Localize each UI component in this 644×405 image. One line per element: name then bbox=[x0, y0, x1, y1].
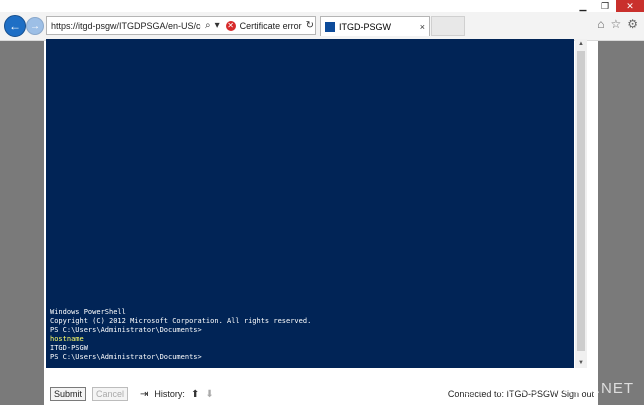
favorites-icon[interactable]: ☆ bbox=[610, 17, 621, 31]
history-up-icon[interactable]: ⬆ bbox=[191, 389, 199, 400]
console-output: Windows PowerShell Copyright (C) 2012 Mi… bbox=[50, 308, 311, 362]
browser-navbar: ← → https://itgd-psgw/ITGDPSGA/en-US/con… bbox=[0, 12, 644, 41]
restore-button[interactable]: ❐ bbox=[594, 0, 616, 12]
scroll-up-icon[interactable]: ▲ bbox=[578, 41, 584, 47]
powershell-console[interactable]: Windows PowerShell Copyright (C) 2012 Mi… bbox=[46, 39, 574, 368]
search-icon[interactable]: ⌕ bbox=[205, 20, 211, 31]
tab-title: ITGD-PSGW bbox=[339, 21, 391, 32]
console-scrollbar[interactable]: ▲ ▼ bbox=[575, 39, 587, 368]
submit-button[interactable]: Submit bbox=[50, 387, 87, 401]
window-controls: ▁ ❐ ✕ bbox=[572, 0, 644, 12]
certificate-error-label[interactable]: Certificate error bbox=[240, 21, 302, 31]
history-label: History: bbox=[154, 389, 185, 399]
refresh-icon[interactable]: ↻ bbox=[306, 20, 314, 31]
console-line: PS C:\Users\Administrator\Documents> bbox=[50, 353, 202, 361]
browser-tools: ⌂ ☆ ⚙ bbox=[597, 17, 638, 31]
back-button[interactable]: ← bbox=[4, 15, 26, 37]
cancel-button[interactable]: Cancel bbox=[92, 387, 129, 401]
window-titlebar: ▁ ❐ ✕ bbox=[0, 0, 644, 12]
scroll-thumb[interactable] bbox=[577, 51, 585, 351]
home-icon[interactable]: ⌂ bbox=[597, 17, 604, 31]
close-icon[interactable]: × bbox=[420, 22, 425, 32]
console-line: hostname bbox=[50, 335, 84, 343]
close-window-button[interactable]: ✕ bbox=[616, 0, 644, 12]
chevron-down-icon[interactable]: ▾ bbox=[215, 20, 220, 31]
minimize-button[interactable]: ▁ bbox=[572, 0, 594, 12]
tab-enter-icon[interactable]: ⇥ bbox=[140, 389, 148, 400]
console-line: ITGD-PSGW bbox=[50, 344, 88, 352]
console-line: PS C:\Users\Administrator\Documents> bbox=[50, 326, 202, 334]
forward-button[interactable]: → bbox=[26, 17, 44, 35]
address-bar[interactable]: https://itgd-psgw/ITGDPSGA/en-US/console… bbox=[46, 16, 316, 35]
console-line: Copyright (C) 2012 Microsoft Corporation… bbox=[50, 317, 312, 325]
watermark: @ITGUYDIARIES.NET bbox=[461, 380, 634, 397]
powershell-icon bbox=[325, 21, 335, 32]
scroll-down-icon[interactable]: ▼ bbox=[578, 360, 584, 366]
new-tab-button[interactable] bbox=[431, 16, 465, 36]
tab-itgd-psgw[interactable]: ITGD-PSGW × bbox=[320, 16, 430, 36]
certificate-error-icon[interactable]: ✕ bbox=[225, 20, 236, 31]
address-url[interactable]: https://itgd-psgw/ITGDPSGA/en-US/console… bbox=[51, 21, 201, 31]
gear-icon[interactable]: ⚙ bbox=[627, 17, 638, 31]
history-down-icon[interactable]: ⬇ bbox=[205, 389, 213, 400]
console-line: Windows PowerShell bbox=[50, 308, 126, 316]
